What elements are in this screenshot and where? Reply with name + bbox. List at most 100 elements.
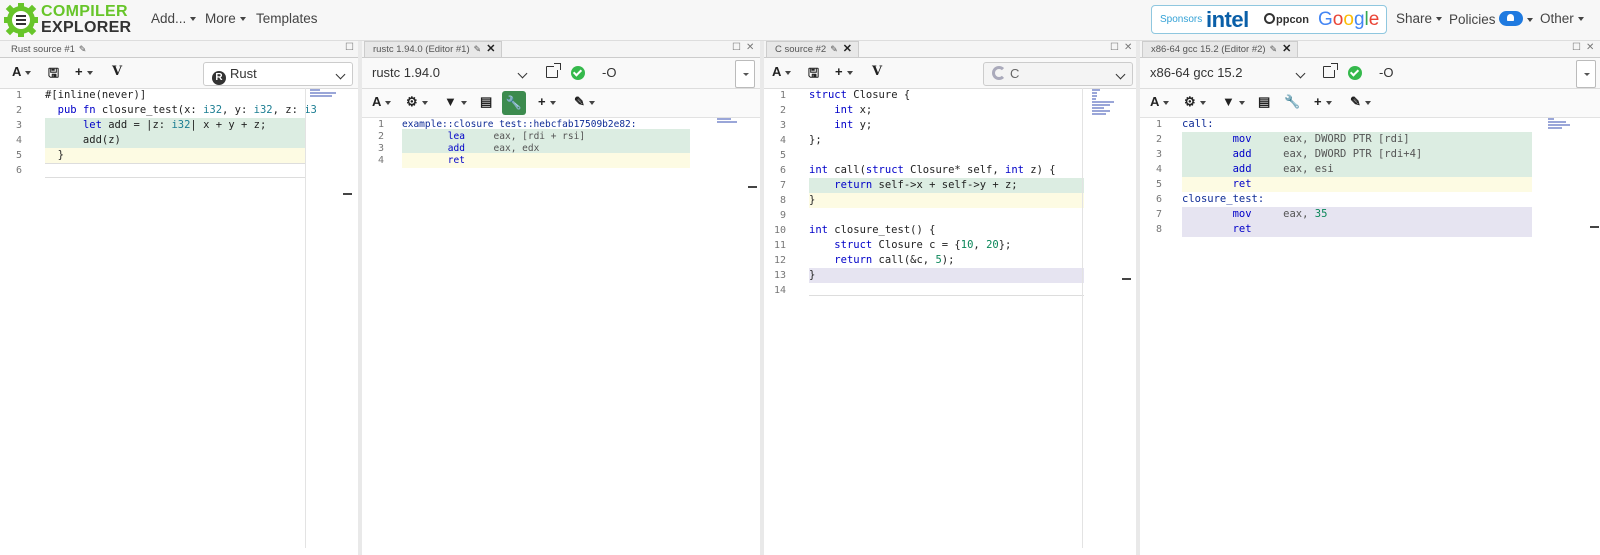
code-line: 8 ret	[1140, 222, 1600, 237]
filter-icon[interactable]: ▼	[1222, 94, 1245, 109]
line-number: 4	[377, 155, 384, 166]
code-text: add eax, esi	[1182, 162, 1532, 177]
close-panel-icon[interactable]: ✕	[746, 42, 754, 53]
code-text: int call(struct Closure* self, int z) {	[809, 164, 1056, 176]
filter-icon[interactable]: ▼	[444, 94, 467, 109]
book-icon[interactable]: ▤	[1258, 94, 1270, 110]
scroll-marker	[343, 193, 352, 195]
policies-menu[interactable]: Policies	[1449, 11, 1533, 27]
rustc-tab-title: rustc 1.94.0 (Editor #1)	[373, 44, 470, 55]
code-text: mov eax, 35	[1182, 207, 1532, 222]
book-icon[interactable]: ▤	[480, 94, 492, 110]
add-icon[interactable]: +	[835, 64, 853, 79]
line-number: 2	[15, 105, 22, 116]
line-number: 3	[1155, 149, 1162, 160]
font-size-icon[interactable]: A	[372, 94, 391, 109]
sponsor-cppcon[interactable]: ppcon	[1264, 13, 1309, 26]
share-menu[interactable]: Share	[1396, 11, 1442, 26]
code-line: 1 struct Closure {	[764, 88, 1136, 103]
code-text: int x;	[834, 104, 873, 116]
code-line: 2 mov eax, DWORD PTR [rdi]	[1140, 132, 1600, 147]
rustc-tab[interactable]: rustc 1.94.0 (Editor #1) ✎ ✕	[364, 41, 503, 57]
line-number: 2	[779, 105, 786, 116]
chevron-down-icon	[335, 69, 346, 80]
language-select[interactable]: R Rust	[203, 62, 353, 86]
code-text: return self->x + self->y + z;	[809, 178, 1084, 193]
code-text: let add = |z: i32| x + y + z;	[45, 118, 306, 133]
add-icon[interactable]: +	[538, 94, 556, 109]
wrench-icon[interactable]: 🔧	[502, 91, 526, 115]
minimap[interactable]	[1092, 88, 1122, 116]
minimap[interactable]	[717, 117, 747, 124]
add-icon[interactable]: +	[75, 64, 93, 79]
gear-icon[interactable]: ⚙	[406, 94, 428, 110]
compiler-options-input[interactable]: -O	[592, 62, 732, 86]
minimap[interactable]	[310, 88, 340, 98]
gear-icon[interactable]: ⚙	[1184, 94, 1206, 110]
add-icon[interactable]: +	[1314, 94, 1332, 109]
compiler-select[interactable]: x86-64 gcc 15.2	[1142, 62, 1312, 86]
gcc-asm-output[interactable]: 1 call: 2 mov eax, DWORD PTR [rdi] 3 add …	[1140, 117, 1600, 547]
code-text: add(z)	[45, 133, 306, 148]
sponsors-box[interactable]: Sponsors intel ppcon Google	[1151, 5, 1387, 34]
brush-icon[interactable]: ✎	[1350, 94, 1371, 110]
edit-pencil-icon[interactable]: ✎	[79, 44, 87, 54]
maximize-icon[interactable]: ☐	[345, 42, 354, 53]
code-text: call:	[1182, 118, 1214, 130]
c-source-tab[interactable]: C source #2 ✎ ✕	[766, 41, 859, 57]
compiler-explorer-logo[interactable]: COMPILER EXPLORER	[4, 3, 132, 37]
font-size-icon[interactable]: A	[772, 64, 791, 79]
edit-pencil-icon[interactable]: ✎	[1270, 44, 1278, 54]
brush-icon[interactable]: ✎	[574, 94, 595, 110]
rust-source-tab[interactable]: Rust source #1 ✎	[2, 41, 94, 57]
save-icon[interactable]: 🖫	[48, 64, 59, 86]
more-menu[interactable]: More	[205, 11, 246, 26]
popout-icon[interactable]	[1323, 63, 1338, 78]
compiler-options-input[interactable]: -O	[1369, 62, 1559, 86]
vim-icon[interactable]: V	[112, 64, 122, 79]
options-dropdown[interactable]	[1576, 60, 1596, 88]
font-size-icon[interactable]: A	[1150, 94, 1169, 109]
maximize-icon[interactable]: ☐	[1572, 42, 1581, 53]
scrollbar[interactable]	[305, 88, 306, 548]
c-code-editor[interactable]: 1 struct Closure { 2 int x; 3 int y; 4}; …	[764, 88, 1136, 548]
sponsor-google[interactable]: Google	[1318, 9, 1379, 31]
minimap[interactable]	[1548, 117, 1578, 130]
compiler-select[interactable]: rustc 1.94.0	[364, 62, 534, 86]
close-icon[interactable]: ✕	[486, 43, 495, 55]
language-label: Rust	[230, 66, 257, 81]
add-menu[interactable]: Add...	[151, 11, 196, 26]
code-line: 5 ret	[1140, 177, 1600, 192]
close-panel-icon[interactable]: ✕	[1586, 42, 1594, 53]
code-line: 3 add eax, DWORD PTR [rdi+4]	[1140, 147, 1600, 162]
sponsor-intel[interactable]: intel	[1206, 7, 1249, 33]
vim-icon[interactable]: V	[872, 64, 882, 79]
cppcon-icon	[1264, 13, 1275, 24]
policies-label: Policies	[1449, 12, 1496, 27]
rustc-asm-output[interactable]: 1 example::closure_test::hebcfab17509b2e8…	[362, 117, 760, 547]
maximize-icon[interactable]: ☐	[732, 42, 741, 53]
rust-code-editor[interactable]: 1 #[inline(never)] 2 pub fn closure_test(…	[0, 88, 358, 548]
code-line: 2 int x;	[764, 103, 1136, 118]
edit-pencil-icon[interactable]: ✎	[830, 44, 838, 54]
compile-ok-icon	[571, 66, 585, 80]
font-size-icon[interactable]: A	[12, 64, 31, 79]
rust-source-toolbar: A 🖫 + V R Rust	[0, 58, 358, 89]
close-panel-icon[interactable]: ✕	[1124, 42, 1132, 53]
line-number: 6	[779, 165, 786, 176]
maximize-icon[interactable]: ☐	[1110, 42, 1119, 53]
options-dropdown[interactable]	[735, 60, 755, 88]
language-select[interactable]: C	[983, 62, 1133, 86]
scrollbar[interactable]	[1082, 88, 1083, 548]
edit-pencil-icon[interactable]: ✎	[474, 44, 482, 54]
templates-link[interactable]: Templates	[256, 11, 318, 26]
save-icon[interactable]: 🖫	[808, 64, 819, 86]
line-number: 1	[1155, 119, 1162, 130]
close-icon[interactable]: ✕	[843, 43, 852, 55]
gcc-tab[interactable]: x86-64 gcc 15.2 (Editor #2) ✎ ✕	[1142, 41, 1299, 57]
wrench-icon[interactable]: 🔧	[1284, 94, 1300, 110]
gcc-output-toolbar: A ⚙ ▼ ▤ 🔧 + ✎	[1140, 89, 1600, 118]
popout-icon[interactable]	[546, 63, 561, 78]
close-icon[interactable]: ✕	[1282, 43, 1291, 55]
other-menu[interactable]: Other	[1540, 11, 1584, 26]
